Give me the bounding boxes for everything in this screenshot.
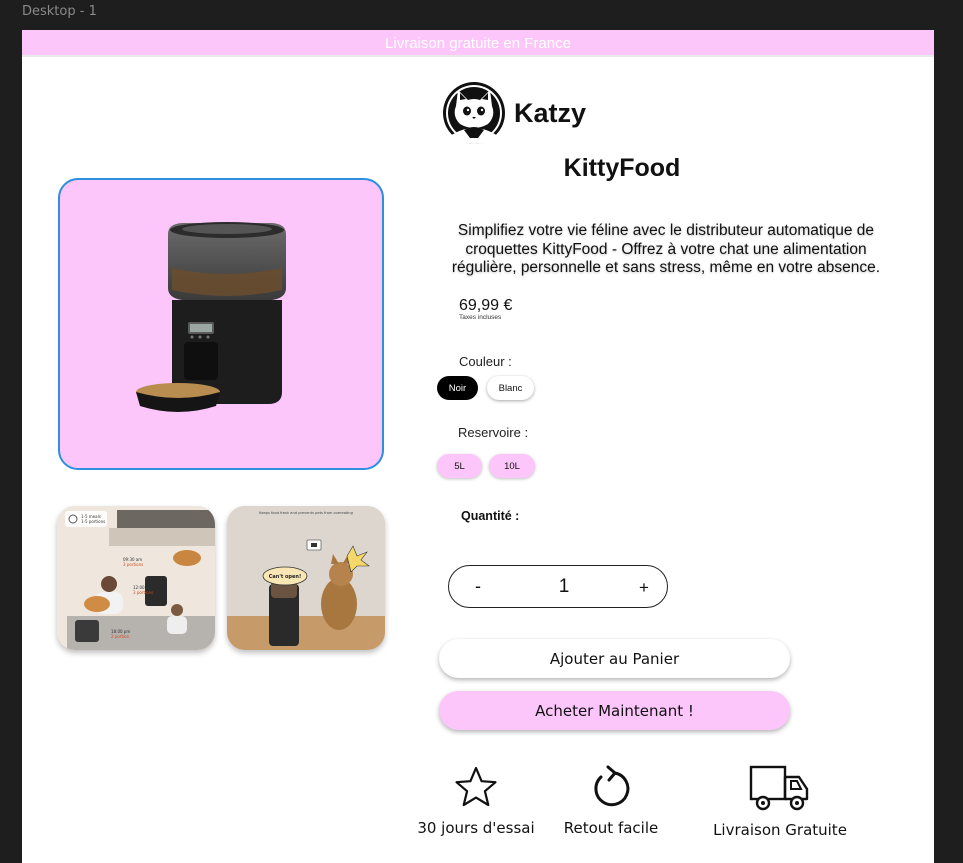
feature-trial-label: 30 jours d'essai <box>417 819 535 837</box>
color-option-noir[interactable]: Noir <box>437 376 478 400</box>
feature-returns: Retout facile <box>559 765 663 837</box>
frame-label: Desktop - 1 <box>22 4 97 19</box>
brand-logo[interactable]: Katzy <box>442 80 586 146</box>
feature-trial: 30 jours d'essai <box>415 765 537 837</box>
thumb-portion-2: 3 portions <box>133 590 153 595</box>
tax-note: Taxes incluses <box>459 314 502 321</box>
feature-shipping: Livraison Gratuite <box>707 765 853 839</box>
product-thumbnail[interactable]: Can't open! Keeps food fresh and prevent… <box>227 506 385 650</box>
buy-now-button[interactable]: Acheter Maintenant ! <box>439 691 790 730</box>
refresh-icon <box>594 765 630 807</box>
reservoir-option-label: Reservoire : <box>458 425 529 440</box>
star-icon <box>455 766 497 807</box>
shipping-banner: Livraison gratuite en France <box>22 30 934 57</box>
color-option-label: Couleur : <box>459 354 512 369</box>
quantity-decrement-button[interactable]: - <box>471 576 485 597</box>
thumb-portion-3: 2 portion <box>111 634 130 639</box>
quantity-value[interactable]: 1 <box>549 576 579 598</box>
feeder-illustration <box>136 222 286 412</box>
thumb-caption: Keeps food fresh and prevents pets from … <box>259 511 353 515</box>
quantity-stepper: - 1 + <box>448 565 668 608</box>
quantity-label: Quantité : <box>461 509 520 523</box>
feature-returns-label: Retout facile <box>563 819 659 837</box>
product-title: KittyFood <box>563 154 681 182</box>
feature-shipping-label: Livraison Gratuite <box>713 821 847 839</box>
truck-icon <box>749 765 809 811</box>
reservoir-option-5l[interactable]: 5L <box>437 454 482 478</box>
product-description: Simplifiez votre vie féline avec le dist… <box>451 222 881 276</box>
reservoir-option-10l[interactable]: 10L <box>489 454 535 478</box>
lifestyle-schedule-image: 1-5 meals 1-5 portions 09:30 am 3 portio… <box>57 506 215 650</box>
page-frame: Livraison gratuite en France 1-5 meals 1… <box>22 30 934 863</box>
thumb-portion-1: 3 portions <box>123 562 143 567</box>
add-to-cart-button[interactable]: Ajouter au Panier <box>439 639 790 678</box>
cat-logo-icon <box>443 82 505 144</box>
product-thumbnail[interactable]: 1-5 meals 1-5 portions 09:30 am 3 portio… <box>57 506 215 650</box>
speech-bubble-text: Can't open! <box>269 574 302 580</box>
color-option-blanc[interactable]: Blanc <box>487 376 534 400</box>
banner-text: Livraison gratuite en France <box>385 35 571 52</box>
main-product-image[interactable] <box>58 178 384 470</box>
cat-feeder-image: Can't open! Keeps food fresh and prevent… <box>227 506 385 650</box>
quantity-increment-button[interactable]: + <box>637 578 651 598</box>
product-price: 69,99 € <box>459 297 513 314</box>
brand-name: Katzy <box>514 97 587 128</box>
thumb-badge-line2: 1-5 portions <box>81 519 105 524</box>
